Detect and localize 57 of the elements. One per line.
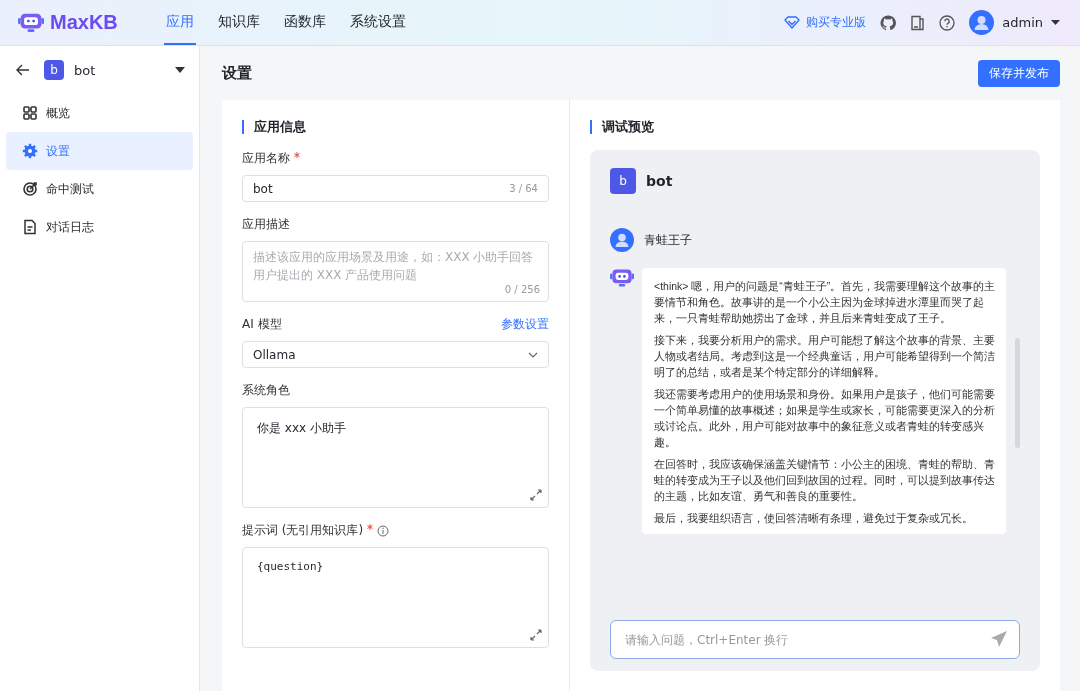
editor-text[interactable]: {question}: [257, 560, 324, 573]
user-message: 青蛙王子: [644, 231, 692, 249]
grid-icon: [22, 105, 38, 121]
settings-icon: [22, 143, 38, 159]
bot-name: bot: [646, 173, 673, 189]
field-label: 应用名称: [242, 150, 290, 167]
back-arrow-icon[interactable]: [16, 64, 30, 76]
page-title: 设置: [222, 63, 252, 83]
user-avatar-icon: [610, 228, 634, 252]
caret-icon[interactable]: [1051, 20, 1060, 25]
name-input[interactable]: bot 3 / 64: [242, 175, 549, 202]
save-publish-button[interactable]: 保存并发布: [978, 59, 1060, 87]
document-icon: [22, 219, 38, 235]
sidebar-item[interactable]: 命中测试: [6, 170, 193, 208]
model-select[interactable]: Ollama: [242, 341, 549, 368]
github-icon[interactable]: [880, 14, 897, 31]
section-title: 调试预览: [590, 120, 1040, 134]
target-icon: [22, 181, 38, 197]
expand-icon[interactable]: [530, 629, 542, 641]
book-icon[interactable]: [910, 14, 926, 31]
question-input[interactable]: 请输入问题，Ctrl+Enter 换行: [610, 620, 1020, 659]
help-icon[interactable]: [939, 14, 956, 31]
chevron-down-icon: [528, 351, 538, 358]
answer-paragraph: 在回答时，我应该确保涵盖关键情节：小公主的困境、青蛙的帮助、青蛙的转变成为王子以及他们回到故国的过程。同时，可以提到故事传达的主题，比如友谊、勇气和善良的重要性。: [654, 457, 996, 504]
sidebar-item[interactable]: 概览: [6, 94, 193, 132]
caret-icon[interactable]: [175, 67, 185, 73]
user-name[interactable]: admin: [1002, 15, 1043, 30]
bot-avatar: b: [610, 168, 636, 194]
answer-paragraph: <think> 嗯，用户的问题是“青蛙王子”。首先，我需要理解这个故事的主要情节和角色。故事讲的是一个小公主因为金球掉进水潭里而哭了起来，一只青蛙帮助她捞出了金球，并且后来青蛙变成了王子。: [654, 279, 996, 326]
bot-avatar-icon: [610, 268, 634, 288]
answer-paragraph: 最后，我要组织语言，使回答清晰有条理，避免过于复杂或冗长。: [654, 511, 974, 526]
nav-tab[interactable]: 系统设置: [347, 0, 408, 45]
answer-paragraph: 接下来，我要分析用户的需求。用户可能想了解这个故事的背景、主要人物或者结局。考虑到这是一个经典童话，用户可能希望得到一个简洁明了的总结，或者是某个特定部分的详细解释。: [654, 333, 996, 380]
upgrade-link[interactable]: 购买专业版: [806, 14, 867, 31]
char-counter: 0 / 256: [504, 283, 540, 297]
field-label: 提示词 (无引用知识库): [242, 522, 364, 539]
editor-text[interactable]: 你是 xxx 小助手: [257, 421, 346, 435]
expand-icon[interactable]: [530, 489, 542, 501]
avatar-icon[interactable]: [969, 10, 995, 35]
nav-tab[interactable]: 函数库: [281, 0, 328, 45]
sidebar-item[interactable]: 设置: [6, 132, 193, 170]
field-label: AI 模型: [242, 316, 282, 333]
field-label: 应用描述: [242, 216, 290, 233]
app-name: bot: [74, 62, 97, 78]
section-title: 应用信息: [242, 120, 549, 134]
logo-text: MaxKB: [50, 11, 118, 34]
info-icon[interactable]: [377, 524, 390, 537]
parameter-settings-link[interactable]: 参数设置: [501, 316, 549, 333]
field-label: 系统角色: [242, 382, 290, 399]
scrollbar[interactable]: [1015, 338, 1020, 448]
nav-tab[interactable]: 知识库: [215, 0, 262, 45]
diamond-icon[interactable]: [784, 16, 801, 29]
answer-paragraph: 我还需要考虑用户的使用场景和身份。如果用户是孩子，他们可能需要一个简单易懂的故事概述；如果是学生或家长，可能需要更深入的分析或讨论点。此外，用户可能对故事中的象征意义或者青蛙的转变感兴趣。: [654, 387, 996, 450]
app-avatar: b: [44, 60, 64, 80]
char-counter: 3 / 64: [509, 183, 538, 194]
logo-icon: [18, 12, 44, 33]
sidebar-item[interactable]: 对话日志: [6, 208, 193, 246]
